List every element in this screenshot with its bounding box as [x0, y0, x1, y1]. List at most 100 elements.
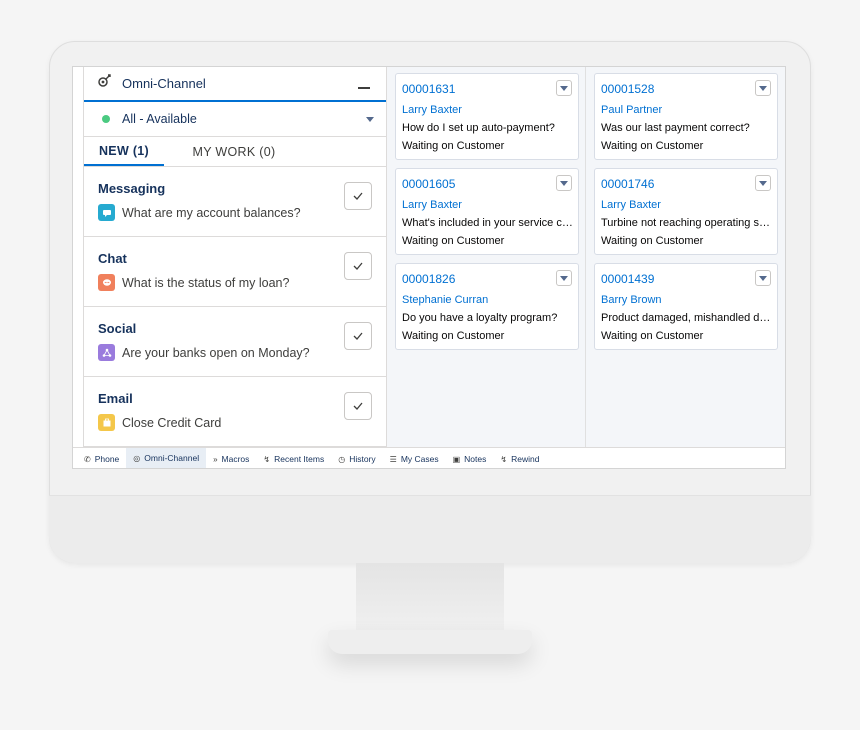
utility-item-label: Phone [94, 454, 120, 464]
work-item-type: Email [98, 391, 133, 406]
case-number-link[interactable]: 00001746 [601, 177, 777, 191]
omni-channel-panel: Omni-Channel All - Available NEW (1) MY … [83, 67, 387, 447]
work-item-message: Are your banks open on Monday? [122, 345, 310, 360]
work-item-message: What are my account balances? [122, 205, 301, 220]
omni-channel-icon: ◎ [133, 453, 141, 463]
case-number-link[interactable]: 00001631 [402, 82, 578, 96]
case-contact-link[interactable]: Paul Partner [601, 104, 777, 116]
case-contact-link[interactable]: Stephanie Curran [402, 294, 578, 306]
work-item-message: Close Credit Card [122, 415, 222, 430]
utility-item-phone[interactable]: ✆ Phone [77, 448, 126, 468]
clock-icon: ◷ [338, 454, 346, 464]
case-status: Waiting on Customer [601, 235, 704, 247]
case-subject: What's included in your service con... [402, 217, 574, 229]
case-subject: Product damaged, mishandled dur... [601, 312, 773, 324]
work-item[interactable]: Email Close Credit Card [84, 377, 386, 447]
chevron-down-icon [560, 85, 568, 91]
utility-item-history[interactable]: ◷ History [331, 448, 382, 468]
case-card[interactable]: 00001746 Larry Baxter Turbine not reachi… [594, 168, 778, 255]
utility-item-omni-channel[interactable]: ◎ Omni-Channel [126, 448, 207, 468]
presence-status-label: All - Available [122, 112, 197, 126]
work-tabs: NEW (1) MY WORK (0) [84, 137, 386, 167]
case-card[interactable]: 00001605 Larry Baxter What's included in… [395, 168, 579, 255]
utility-item-label: Rewind [511, 454, 540, 464]
case-subject: Turbine not reaching operating spe... [601, 217, 773, 229]
work-item[interactable]: Social Are your banks open on Monday? [84, 307, 386, 377]
utility-item-rewind[interactable]: ↯ Rewind [493, 448, 546, 468]
card-menu-button[interactable] [755, 270, 771, 286]
lightning-icon: ↯ [500, 454, 508, 464]
card-menu-button[interactable] [556, 270, 572, 286]
case-contact-link[interactable]: Larry Baxter [402, 199, 578, 211]
case-contact-link[interactable]: Larry Baxter [402, 104, 578, 116]
tab-my-work[interactable]: MY WORK (0) [164, 137, 304, 166]
omni-channel-icon [98, 74, 112, 93]
case-card[interactable]: 00001826 Stephanie Curran Do you have a … [395, 263, 579, 350]
accept-button[interactable] [344, 182, 372, 210]
utility-item-recent-items[interactable]: ↯ Recent Items [256, 448, 331, 468]
case-number-link[interactable]: 00001605 [402, 177, 578, 191]
monitor-stand-neck [356, 563, 504, 633]
screen: Omni-Channel All - Available NEW (1) MY … [72, 66, 786, 469]
list-icon: ☰ [389, 454, 397, 464]
case-status: Waiting on Customer [402, 330, 505, 342]
chevron-down-icon [366, 117, 374, 122]
work-item-type: Social [98, 321, 137, 336]
case-number-link[interactable]: 00001439 [601, 272, 777, 286]
minimize-button[interactable] [358, 87, 370, 89]
checkmark-icon [353, 262, 363, 270]
monitor-chin [49, 495, 811, 563]
work-item[interactable]: Messaging What are my account balances? [84, 167, 386, 237]
card-menu-button[interactable] [755, 80, 771, 96]
column-divider [585, 67, 586, 447]
phone-icon: ✆ [84, 454, 91, 464]
case-card[interactable]: 00001439 Barry Brown Product damaged, mi… [594, 263, 778, 350]
chat-icon [98, 274, 115, 291]
case-subject: Was our last payment correct? [601, 122, 750, 134]
utility-item-label: History [349, 454, 376, 464]
omni-channel-header: Omni-Channel [84, 67, 386, 102]
utility-item-label: My Cases [400, 454, 439, 464]
utility-item-macros[interactable]: » Macros [206, 448, 256, 468]
accept-button[interactable] [344, 392, 372, 420]
checkmark-icon [353, 402, 363, 410]
chevron-down-icon [759, 180, 767, 186]
work-item[interactable]: Chat What is the status of my loan? [84, 237, 386, 307]
accept-button[interactable] [344, 252, 372, 280]
case-number-link[interactable]: 00001826 [402, 272, 578, 286]
available-status-icon [102, 115, 110, 123]
social-icon [98, 344, 115, 361]
macros-icon: » [213, 454, 218, 464]
card-menu-button[interactable] [556, 80, 572, 96]
case-card[interactable]: 00001631 Larry Baxter How do I set up au… [395, 73, 579, 160]
case-status: Waiting on Customer [601, 140, 704, 152]
case-card[interactable]: 00001528 Paul Partner Was our last payme… [594, 73, 778, 160]
case-subject: Do you have a loyalty program? [402, 312, 558, 324]
case-contact-link[interactable]: Larry Baxter [601, 199, 777, 211]
case-status: Waiting on Customer [601, 330, 704, 342]
chevron-down-icon [560, 180, 568, 186]
checkmark-icon [353, 192, 363, 200]
messaging-icon [98, 204, 115, 221]
chevron-down-icon [560, 275, 568, 281]
email-icon [98, 414, 115, 431]
case-number-link[interactable]: 00001528 [601, 82, 777, 96]
utility-item-label: Notes [464, 454, 487, 464]
work-item-message: What is the status of my loan? [122, 275, 290, 290]
case-board: 00001631 Larry Baxter How do I set up au… [387, 67, 785, 447]
work-item-type: Chat [98, 251, 127, 266]
chevron-down-icon [759, 275, 767, 281]
utility-item-my-cases[interactable]: ☰ My Cases [383, 448, 446, 468]
card-menu-button[interactable] [556, 175, 572, 191]
case-contact-link[interactable]: Barry Brown [601, 294, 777, 306]
utility-item-notes[interactable]: ▣ Notes [446, 448, 494, 468]
notes-icon: ▣ [452, 454, 461, 464]
accept-button[interactable] [344, 322, 372, 350]
case-status: Waiting on Customer [402, 235, 505, 247]
chevron-down-icon [759, 85, 767, 91]
tab-new[interactable]: NEW (1) [84, 137, 164, 166]
utility-item-label: Macros [221, 454, 250, 464]
presence-status-dropdown[interactable]: All - Available [84, 102, 386, 137]
utility-item-label: Recent Items [274, 454, 325, 464]
card-menu-button[interactable] [755, 175, 771, 191]
